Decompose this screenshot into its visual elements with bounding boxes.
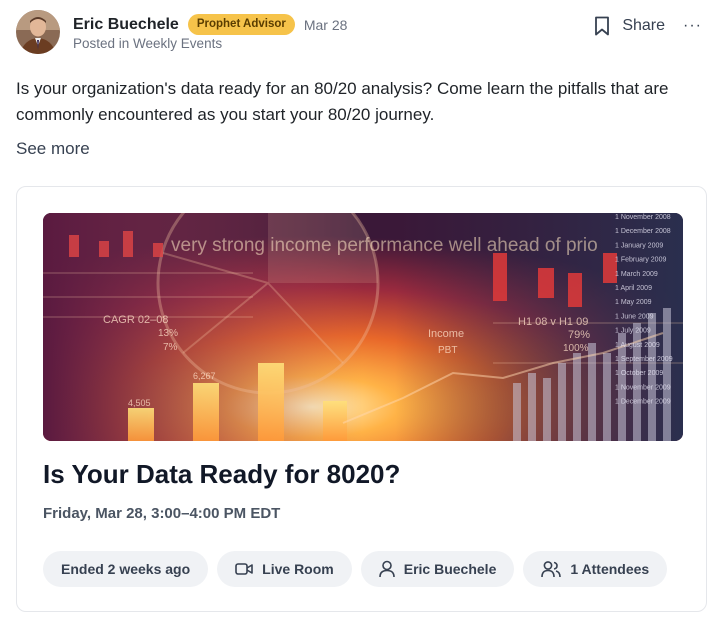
banner-pct-100: 100% xyxy=(563,343,589,354)
post-header: Eric Buechele Prophet Advisor Mar 28 Pos… xyxy=(16,10,706,56)
banner-value-6267: 6,267 xyxy=(193,371,216,381)
banner-date-label: 1 April 2009 xyxy=(615,285,652,292)
event-chips: Ended 2 weeks ago Live Room Eric Buechel… xyxy=(43,551,676,587)
banner-pct-7: 7% xyxy=(163,342,178,353)
video-camera-icon xyxy=(235,563,253,575)
banner-date-label: 1 September 2009 xyxy=(615,356,673,363)
banner-date-label: 1 May 2009 xyxy=(615,299,652,306)
more-options-icon[interactable]: ··· xyxy=(683,17,702,35)
banner-value-4505: 4,505 xyxy=(128,398,151,408)
posted-in-label[interactable]: Posted in Weekly Events xyxy=(73,36,222,51)
banner-headline: very strong income performance well ahea… xyxy=(171,235,598,256)
banner-income-label: Income xyxy=(428,328,464,340)
banner-cagr-label: CAGR 02–08 xyxy=(103,314,168,326)
banner-date-label: 1 March 2009 xyxy=(615,271,658,278)
attendees-label: 1 Attendees xyxy=(570,561,650,577)
bookmark-icon[interactable] xyxy=(592,15,612,37)
event-time: Friday, Mar 28, 3:00–4:00 PM EDT xyxy=(43,505,281,522)
see-more-link[interactable]: See more xyxy=(16,139,90,159)
location-chip[interactable]: Live Room xyxy=(217,551,352,587)
author-name[interactable]: Eric Buechele xyxy=(73,16,179,34)
post-body: Is your organization's data ready for an… xyxy=(16,79,669,124)
banner-pct-79: 79% xyxy=(568,329,590,341)
banner-date-label: 1 November 2009 xyxy=(615,384,671,391)
banner-date-label: 1 November 2008 xyxy=(615,214,671,221)
status-chip: Ended 2 weeks ago xyxy=(43,551,209,587)
post-date: Mar 28 xyxy=(303,16,348,33)
attendees-chip[interactable]: 1 Attendees xyxy=(523,551,668,587)
host-chip[interactable]: Eric Buechele xyxy=(360,551,515,587)
post-actions: Share ··· xyxy=(592,15,702,37)
banner-date-label: 1 January 2009 xyxy=(615,242,663,249)
banner-h1-label: H1 08 v H1 09 xyxy=(518,316,588,328)
banner-pbt-label: PBT xyxy=(438,345,457,356)
user-icon xyxy=(378,560,395,578)
banner-date-label: 1 June 2009 xyxy=(615,313,654,320)
banner-pct-13: 13% xyxy=(158,328,178,339)
banner-graphic: very strong income performance well ahea… xyxy=(43,213,683,441)
users-icon xyxy=(541,561,562,578)
role-badge: Prophet Advisor xyxy=(187,14,295,35)
banner-date-label: 1 July 2009 xyxy=(615,328,651,335)
share-button[interactable]: Share xyxy=(622,17,665,35)
event-card[interactable]: very strong income performance well ahea… xyxy=(16,186,707,612)
banner-date-label: 1 August 2009 xyxy=(615,342,660,349)
banner-date-label: 1 December 2009 xyxy=(615,399,671,406)
event-banner-image: very strong income performance well ahea… xyxy=(43,213,683,441)
host-label: Eric Buechele xyxy=(403,561,497,577)
banner-date-label: 1 February 2009 xyxy=(615,257,666,264)
location-label: Live Room xyxy=(262,561,334,577)
banner-date-label: 1 October 2009 xyxy=(615,370,663,377)
status-label: Ended 2 weeks ago xyxy=(61,561,191,577)
event-title[interactable]: Is Your Data Ready for 8020? xyxy=(43,459,400,490)
avatar[interactable] xyxy=(16,10,60,54)
banner-date-label: 1 December 2008 xyxy=(615,228,671,235)
